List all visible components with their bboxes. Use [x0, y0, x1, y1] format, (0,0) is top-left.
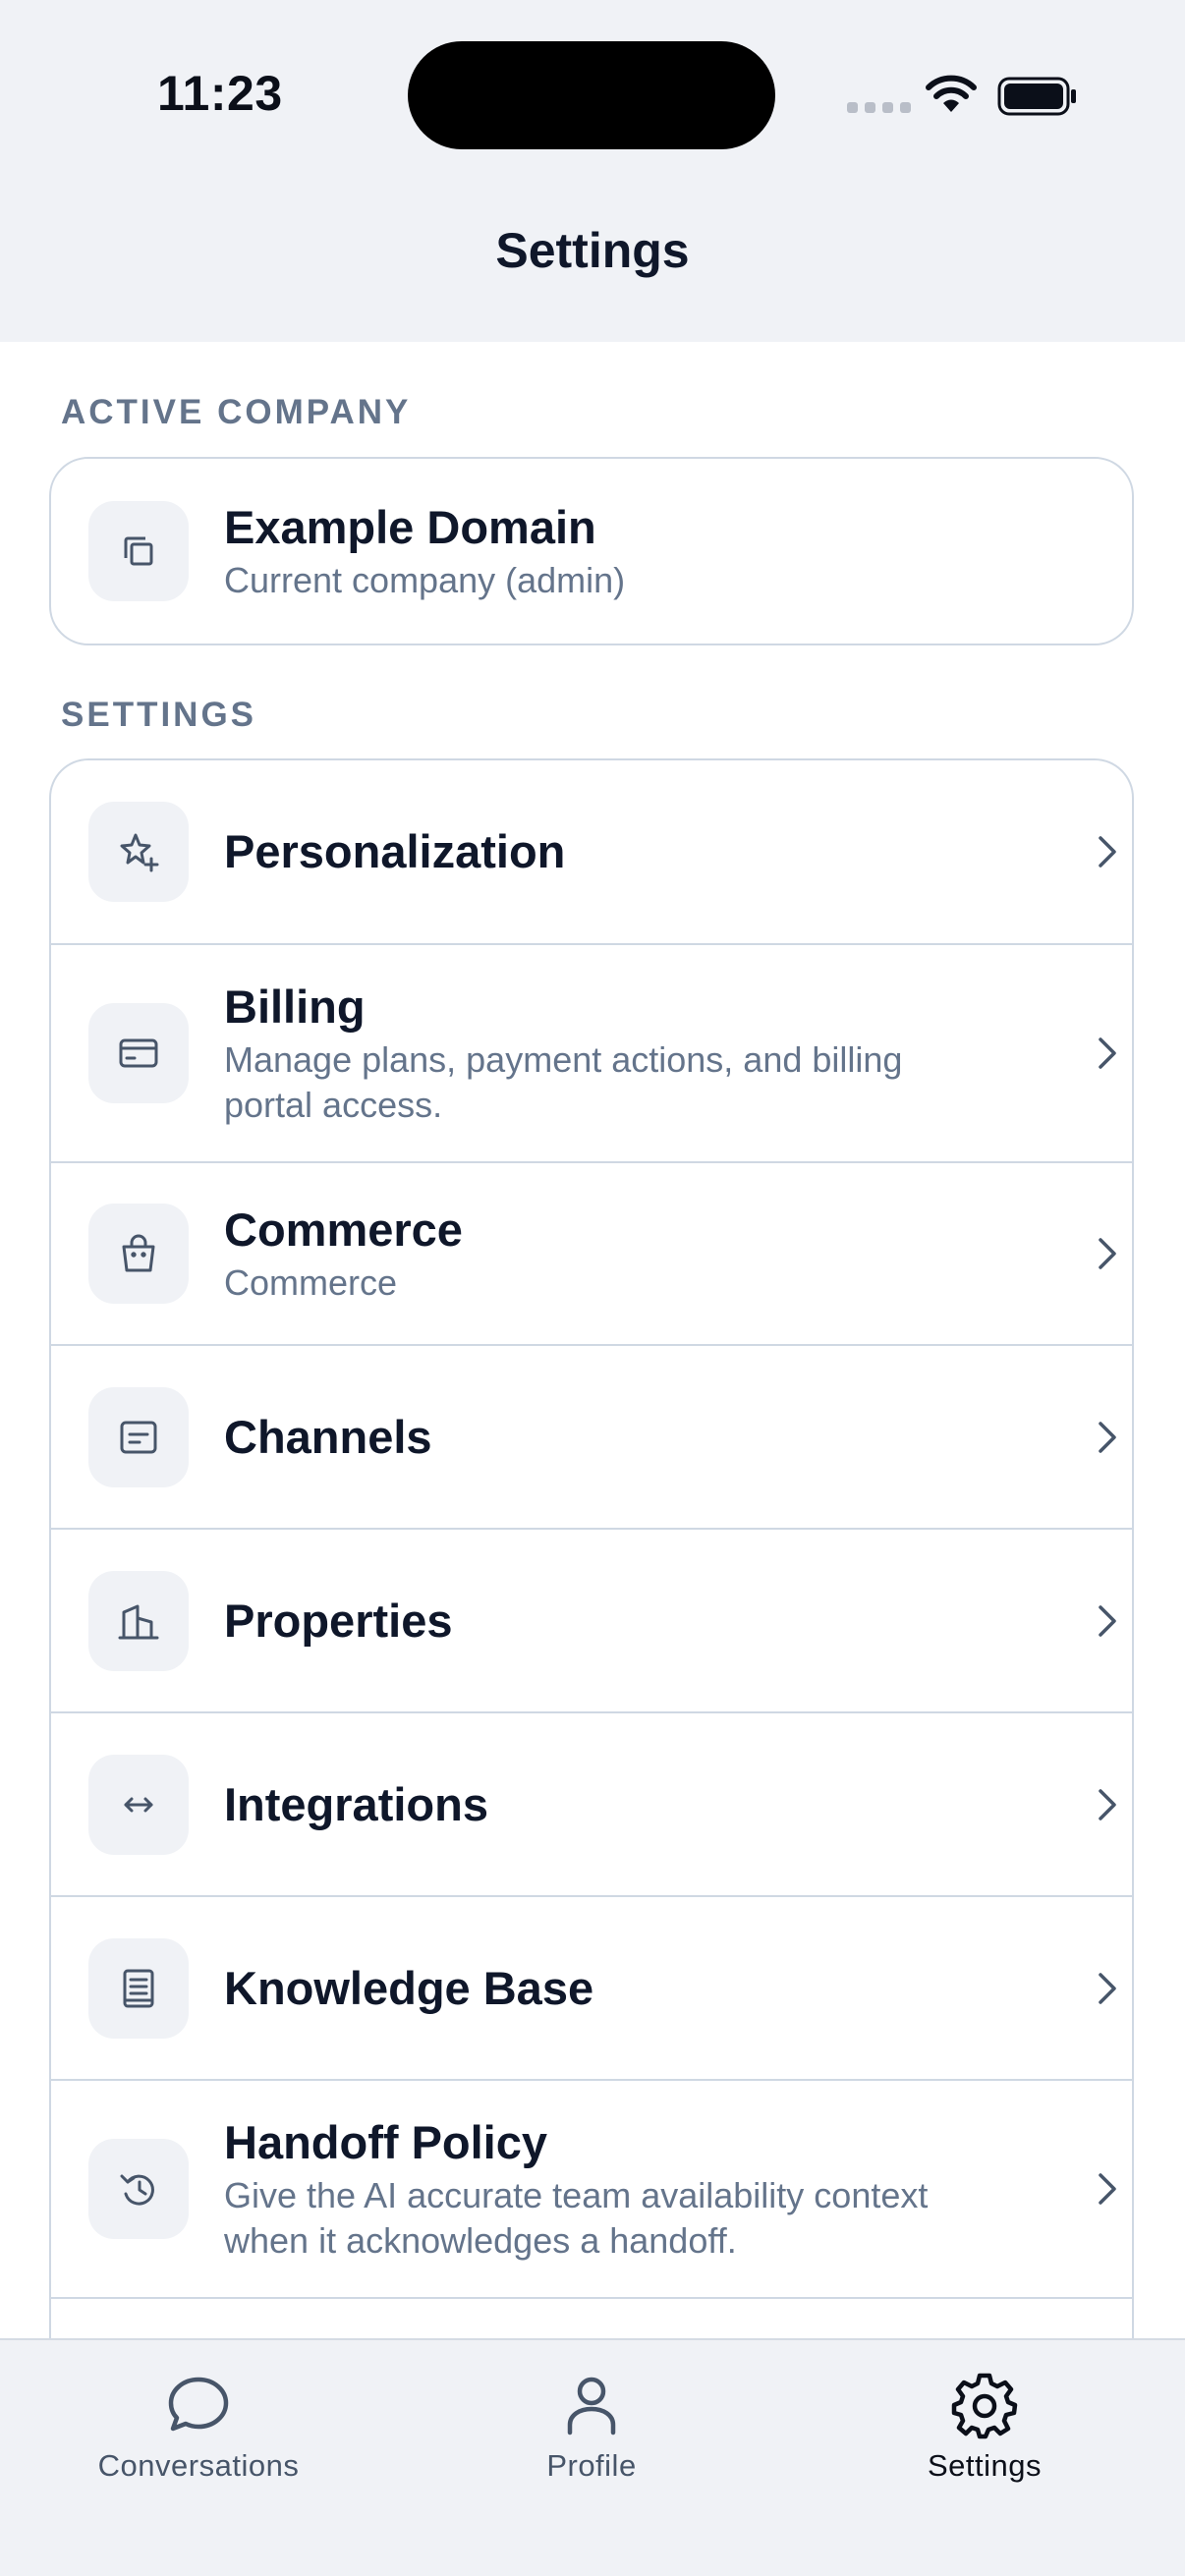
settings-item-label: Commerce	[224, 1204, 463, 1256]
chevron-right-icon	[1099, 1037, 1116, 1069]
copy-icon	[88, 501, 189, 601]
page-title: Settings	[495, 223, 690, 278]
gear-icon	[951, 2373, 1018, 2439]
sparkle-star-icon	[88, 802, 189, 902]
active-company-section-label: ACTIVE COMPANY	[61, 393, 412, 431]
settings-item-subtitle: Manage plans, payment actions, and billi…	[224, 1039, 903, 1125]
person-icon	[567, 2377, 616, 2436]
settings-item-label: Knowledge Base	[224, 1961, 594, 2014]
settings-item-channels[interactable]: Channels	[51, 1346, 1132, 1530]
message-square-icon	[88, 1386, 189, 1487]
settings-item-commerce[interactable]: Commerce Commerce	[51, 1163, 1132, 1346]
chevron-right-icon	[1099, 1604, 1116, 1637]
credit-card-icon	[88, 1003, 189, 1103]
clock-history-icon	[88, 2139, 189, 2239]
active-company-row[interactable]: Example Domain Current company (admin)	[51, 459, 1132, 644]
active-company-card[interactable]: Example Domain Current company (admin)	[49, 457, 1134, 645]
settings-item-label: Handoff Policy	[224, 2116, 548, 2168]
cellular-signal-icon	[847, 102, 911, 113]
settings-item-knowledge-base[interactable]: Knowledge Base	[51, 1897, 1132, 2081]
chevron-right-icon	[1099, 1238, 1116, 1269]
settings-item-properties[interactable]: Properties	[51, 1530, 1132, 1713]
tab-conversations[interactable]: Conversations	[51, 2370, 346, 2484]
top-header: 11:23 Settings	[0, 0, 1185, 342]
dynamic-island	[408, 41, 775, 149]
arrows-horizontal-icon	[88, 1754, 189, 1855]
tab-bar: Conversations Profile Settings	[0, 2338, 1185, 2576]
chevron-right-icon	[1099, 1972, 1116, 2004]
settings-section-label: SETTINGS	[61, 696, 257, 734]
chevron-right-icon	[1099, 1421, 1116, 1453]
chevron-right-icon	[1099, 2173, 1116, 2205]
chevron-right-icon	[1099, 1788, 1116, 1820]
settings-item-integrations[interactable]: Integrations	[51, 1713, 1132, 1897]
settings-screen: 11:23 Settings ACTIVE COMPANY Example Do…	[0, 0, 1185, 2576]
shopping-bag-icon	[88, 1204, 189, 1304]
tab-label: Conversations	[97, 2448, 300, 2483]
wifi-icon	[926, 75, 977, 112]
document-icon	[88, 1937, 189, 2039]
settings-item-billing[interactable]: Billing Manage plans, payment actions, a…	[51, 945, 1132, 1163]
settings-item-label: Channels	[224, 1410, 432, 1463]
settings-item-label: Personalization	[224, 825, 566, 877]
settings-item-handoff-policy[interactable]: Handoff Policy Give the AI accurate team…	[51, 2081, 1132, 2299]
settings-item-label: Billing	[224, 980, 366, 1033]
settings-item-label: Integrations	[224, 1777, 488, 1830]
chevron-right-icon	[1099, 836, 1116, 868]
tab-label: Settings	[927, 2448, 1042, 2483]
buildings-icon	[88, 1570, 189, 1671]
settings-item-label: Properties	[224, 1594, 453, 1647]
battery-icon	[997, 77, 1076, 116]
tab-label: Profile	[546, 2448, 637, 2483]
settings-item-subtitle: Give the AI accurate team availability c…	[224, 2175, 929, 2261]
status-time: 11:23	[157, 66, 283, 121]
company-subtitle: Current company (admin)	[224, 560, 626, 600]
settings-item-subtitle: Commerce	[224, 1262, 398, 1303]
tab-settings[interactable]: Settings	[837, 2370, 1132, 2484]
settings-list: Personalization Billing Manage plans, pa…	[49, 758, 1134, 2350]
chat-bubble-icon	[168, 2377, 229, 2432]
tab-profile[interactable]: Profile	[444, 2370, 739, 2484]
company-name: Example Domain	[224, 501, 596, 553]
settings-item-personalization[interactable]: Personalization	[51, 760, 1132, 945]
